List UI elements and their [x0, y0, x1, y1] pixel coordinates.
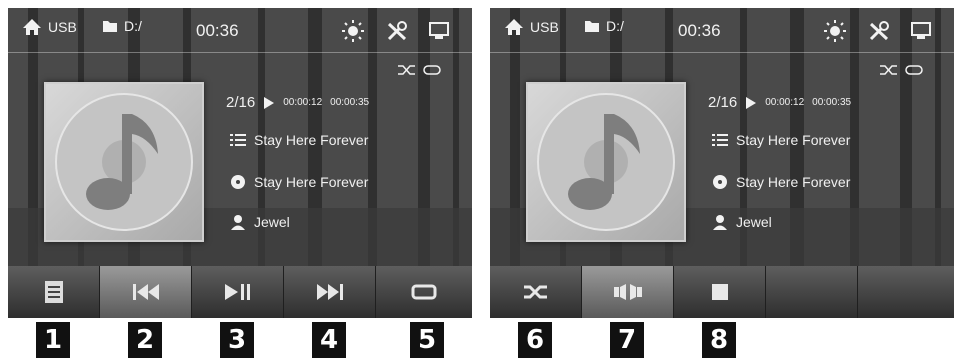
next-icon — [316, 284, 343, 300]
album-art — [44, 82, 204, 242]
file-list-button[interactable] — [8, 266, 100, 318]
source-indicator[interactable]: USB — [504, 18, 559, 36]
callout-badge: 1 — [36, 322, 70, 358]
music-note-icon — [537, 93, 675, 231]
previous-button[interactable] — [100, 266, 192, 318]
stop-button[interactable] — [674, 266, 766, 318]
callout-badge: 4 — [312, 322, 346, 358]
clock: 00:36 — [678, 21, 721, 40]
play-pause-icon — [224, 284, 250, 300]
shuffle-icon — [523, 285, 547, 299]
callout-badge: 6 — [518, 322, 552, 358]
album-row: Stay Here Forever — [230, 174, 368, 190]
status-bar: USB D:/ 00:36 — [490, 8, 954, 50]
callout-badge: 7 — [610, 322, 644, 358]
track-number: 2/16 — [226, 94, 256, 111]
person-icon — [231, 215, 245, 230]
total-time: 00:00:35 — [330, 97, 370, 108]
folder-icon — [585, 21, 599, 32]
list-icon — [712, 134, 728, 146]
callout-badge: 5 — [410, 322, 444, 358]
brightness-icon[interactable] — [824, 20, 846, 42]
brightness-icon[interactable] — [342, 20, 364, 42]
stop-icon — [711, 284, 728, 300]
album-row: Stay Here Forever — [712, 174, 850, 190]
artist-row: Jewel — [712, 214, 772, 230]
folder-indicator[interactable]: D:/ — [584, 18, 624, 34]
song-title: Stay Here Forever — [254, 132, 369, 148]
total-time: 00:00:35 — [812, 97, 852, 108]
file-list-icon — [44, 281, 63, 303]
disc-icon — [713, 175, 727, 189]
source-label: USB — [530, 19, 559, 35]
play-status-icon — [264, 96, 275, 109]
source-indicator[interactable]: USB — [22, 18, 77, 36]
status-bar: USB D:/ 00:36 — [8, 8, 472, 50]
folder-label: D:/ — [124, 18, 142, 34]
next-button[interactable] — [284, 266, 376, 318]
previous-icon — [132, 284, 159, 300]
display-icon[interactable] — [428, 22, 450, 40]
shuffle-button[interactable] — [490, 266, 582, 318]
repeat-icon — [411, 284, 437, 300]
control-bar — [490, 266, 954, 318]
album-title: Stay Here Forever — [736, 174, 851, 190]
disc-icon — [231, 175, 245, 189]
callout-badge: 8 — [702, 322, 736, 358]
song-title: Stay Here Forever — [736, 132, 851, 148]
repeat-status-icon — [905, 65, 923, 75]
artist-row: Jewel — [230, 214, 290, 230]
artist-name: Jewel — [736, 214, 772, 230]
playlist-row: Stay Here Forever — [230, 132, 368, 148]
eq-icon — [613, 284, 642, 300]
separator — [8, 52, 472, 53]
callout-badge: 3 — [220, 322, 254, 358]
elapsed-time: 00:00:12 — [283, 97, 323, 108]
eq-button[interactable] — [582, 266, 674, 318]
person-icon — [713, 215, 727, 230]
album-art — [526, 82, 686, 242]
play-pause-button[interactable] — [192, 266, 284, 318]
display-icon[interactable] — [910, 22, 932, 40]
home-icon — [505, 19, 523, 35]
shuffle-status-icon — [398, 65, 415, 75]
player-screen-right: USB D:/ 00:36 2/16 00:00:12 00:00:35 Sta… — [490, 8, 954, 318]
track-progress: 2/16 00:00:12 00:00:35 — [226, 94, 369, 111]
artist-name: Jewel — [254, 214, 290, 230]
home-icon — [23, 19, 41, 35]
separator — [490, 52, 954, 53]
player-screen-left: USB D:/ 00:36 2/16 00:00:12 00:00:35 Sta… — [8, 8, 472, 318]
empty-slot — [858, 266, 954, 318]
empty-slot — [766, 266, 858, 318]
clock: 00:36 — [196, 21, 239, 40]
folder-label: D:/ — [606, 18, 624, 34]
play-status-icon — [746, 96, 757, 109]
repeat-button[interactable] — [376, 266, 472, 318]
playlist-row: Stay Here Forever — [712, 132, 850, 148]
folder-indicator[interactable]: D:/ — [102, 18, 142, 34]
control-bar — [8, 266, 472, 318]
album-title: Stay Here Forever — [254, 174, 369, 190]
music-note-icon — [55, 93, 193, 231]
callout-badge: 2 — [128, 322, 162, 358]
settings-icon[interactable] — [868, 20, 890, 42]
repeat-status-icon — [423, 65, 441, 75]
list-icon — [230, 134, 246, 146]
source-label: USB — [48, 19, 77, 35]
settings-icon[interactable] — [386, 20, 408, 42]
folder-icon — [103, 21, 117, 32]
shuffle-status-icon — [880, 65, 897, 75]
elapsed-time: 00:00:12 — [765, 97, 805, 108]
track-number: 2/16 — [708, 94, 738, 111]
track-progress: 2/16 00:00:12 00:00:35 — [708, 94, 851, 111]
